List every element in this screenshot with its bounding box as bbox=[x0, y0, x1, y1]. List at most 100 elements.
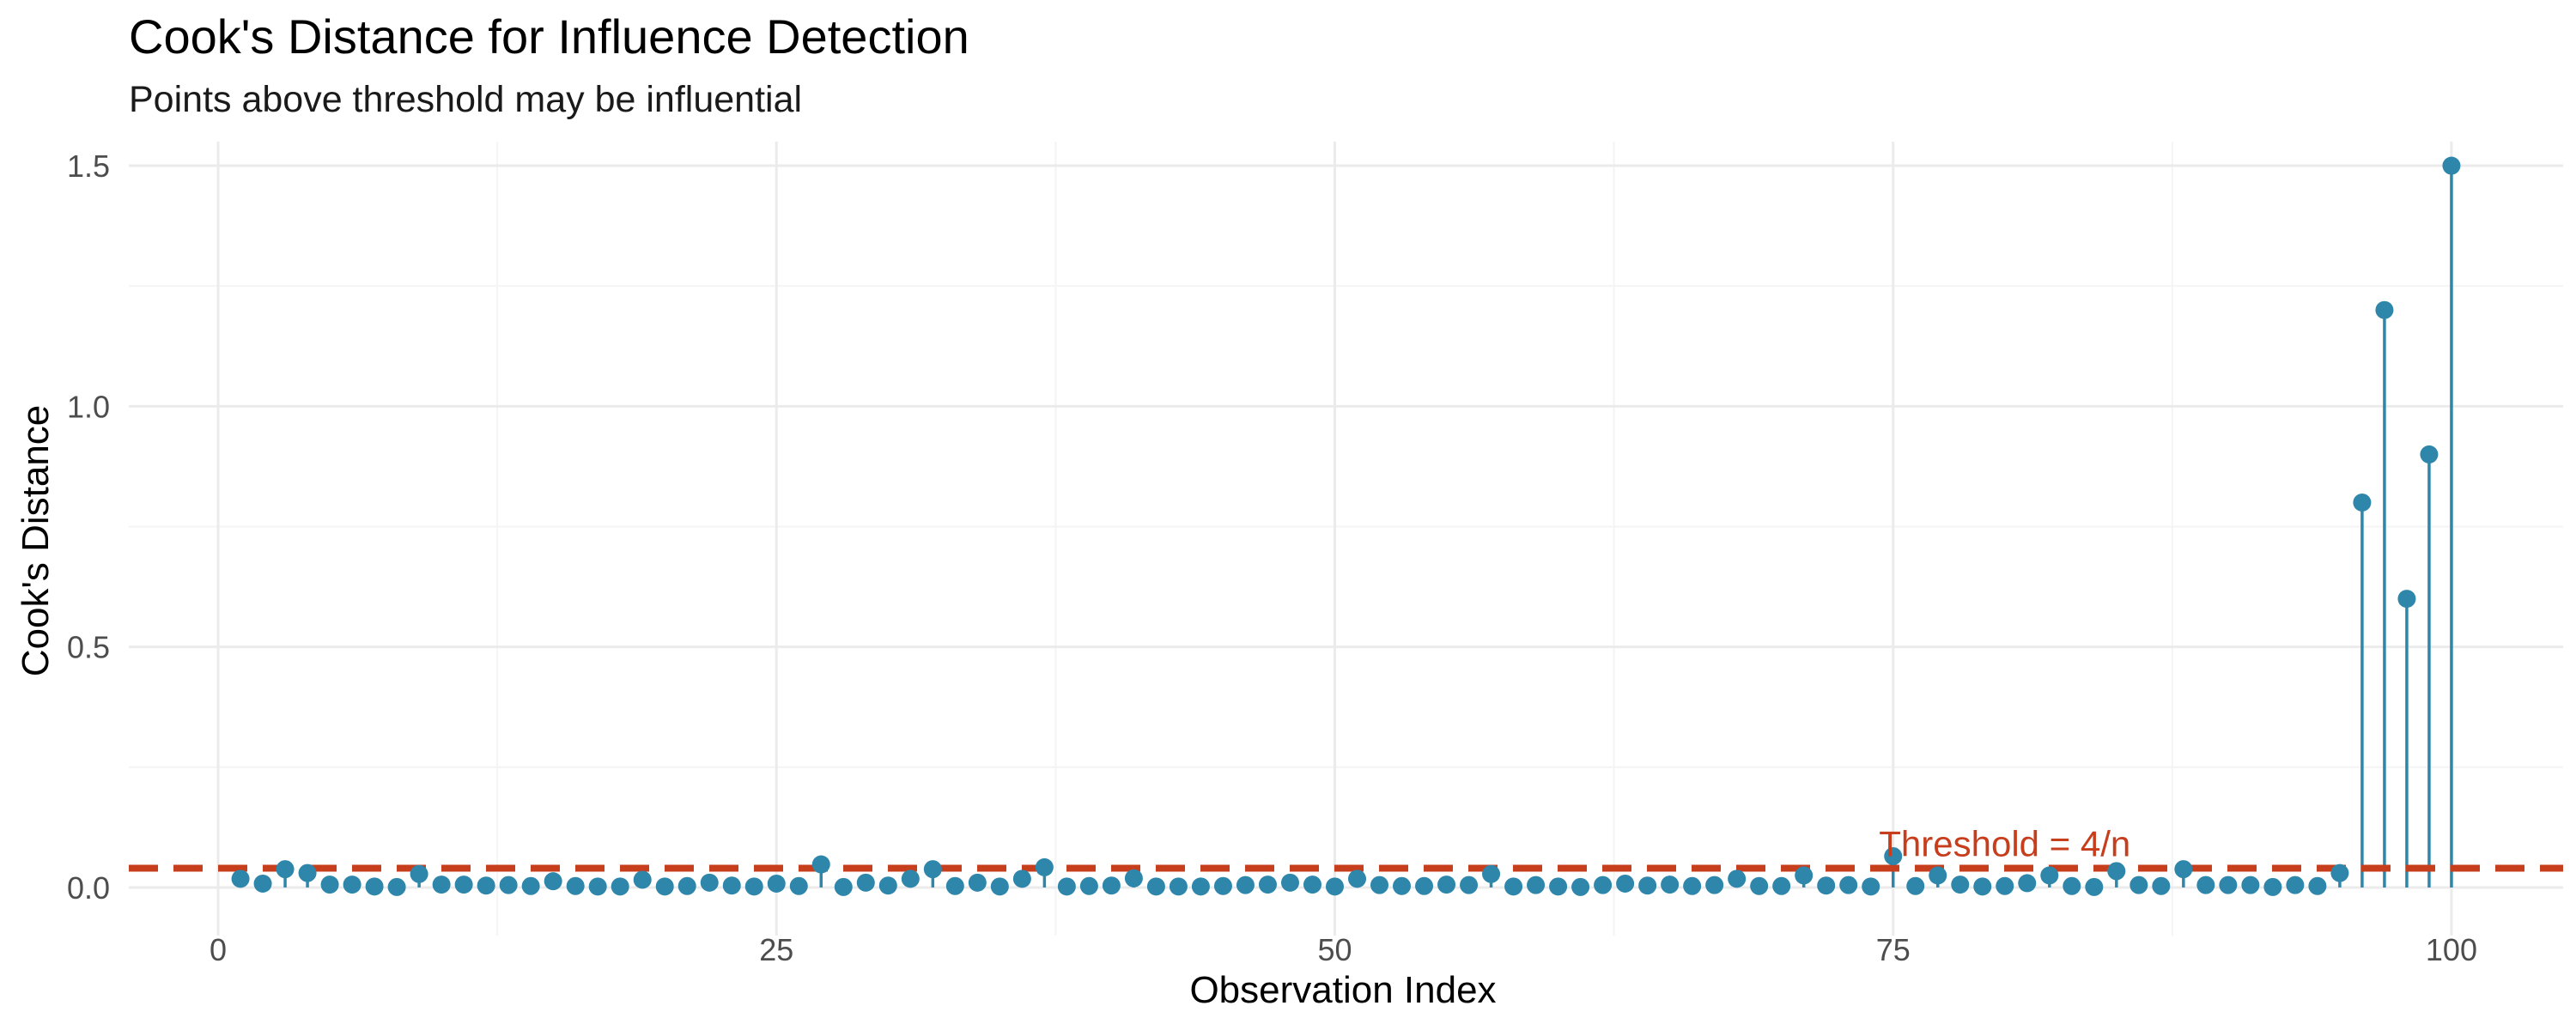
threshold-label: Threshold = 4/n bbox=[1879, 824, 2130, 864]
data-point bbox=[1906, 876, 1925, 895]
data-point bbox=[1571, 877, 1590, 896]
data-point bbox=[2353, 493, 2372, 512]
data-point bbox=[1325, 877, 1344, 896]
data-point bbox=[1661, 876, 1680, 894]
data-point bbox=[744, 877, 763, 896]
data-point bbox=[2263, 877, 2282, 896]
data-point bbox=[1996, 876, 2014, 895]
data-point bbox=[1169, 877, 1188, 896]
data-point bbox=[1258, 876, 1277, 894]
data-point bbox=[454, 876, 473, 894]
data-point bbox=[2196, 876, 2215, 894]
data-point bbox=[2420, 445, 2439, 464]
data-point bbox=[1929, 866, 1947, 885]
x-tick-label: 50 bbox=[1317, 932, 1352, 967]
data-point bbox=[1527, 876, 1546, 894]
data-point bbox=[722, 876, 741, 895]
data-point bbox=[1750, 876, 1769, 895]
data-point bbox=[945, 876, 964, 895]
data-point bbox=[1124, 869, 1143, 888]
chart-subtitle: Points above threshold may be influentia… bbox=[129, 79, 802, 120]
data-point bbox=[1728, 869, 1747, 888]
data-point bbox=[2397, 590, 2416, 609]
data-point bbox=[1705, 876, 1724, 894]
data-point bbox=[1012, 869, 1031, 888]
data-point bbox=[2241, 876, 2260, 894]
data-point bbox=[1549, 877, 1568, 896]
data-point bbox=[2330, 863, 2349, 882]
data-point bbox=[410, 864, 428, 883]
data-point bbox=[1460, 876, 1479, 894]
data-point bbox=[1102, 876, 1121, 895]
data-point bbox=[1862, 877, 1880, 896]
data-point bbox=[387, 877, 406, 896]
data-point bbox=[588, 877, 607, 896]
data-point bbox=[2040, 866, 2059, 885]
data-point bbox=[789, 876, 808, 895]
data-point bbox=[566, 876, 585, 895]
data-point bbox=[1079, 876, 1098, 895]
data-point bbox=[1213, 876, 1232, 895]
data-point bbox=[1839, 876, 1858, 894]
data-point bbox=[811, 855, 830, 874]
data-point bbox=[611, 877, 629, 896]
data-point bbox=[1057, 877, 1076, 896]
data-point bbox=[1035, 857, 1054, 876]
data-point bbox=[477, 876, 495, 895]
y-axis-title: Cook's Distance bbox=[15, 405, 57, 677]
data-point bbox=[1795, 866, 1814, 885]
data-point bbox=[231, 869, 250, 888]
data-point bbox=[700, 873, 719, 892]
data-point bbox=[1236, 876, 1255, 894]
grid-lines bbox=[129, 142, 2563, 936]
data-point bbox=[677, 876, 696, 895]
data-point bbox=[521, 876, 540, 895]
cooks-distance-chart: Cook's Distance for Influence Detection … bbox=[15, 9, 2563, 1011]
data-point bbox=[1594, 876, 1613, 894]
data-point bbox=[2308, 876, 2327, 895]
data-point bbox=[365, 877, 384, 896]
y-tick-label: 0.5 bbox=[67, 630, 110, 665]
x-tick-label: 25 bbox=[759, 932, 793, 967]
data-point bbox=[990, 877, 1009, 896]
data-point bbox=[655, 877, 674, 896]
data-point bbox=[1638, 876, 1657, 895]
data-point bbox=[1348, 869, 1367, 888]
data-point bbox=[1303, 876, 1321, 894]
data-point bbox=[320, 876, 339, 894]
data-point bbox=[432, 876, 451, 894]
y-tick-label: 1.0 bbox=[67, 389, 110, 424]
data-point bbox=[633, 870, 652, 889]
data-point bbox=[923, 860, 942, 879]
data-point bbox=[1616, 874, 1635, 893]
data-point bbox=[298, 863, 317, 882]
data-point bbox=[1951, 876, 1970, 894]
data-point bbox=[343, 876, 361, 894]
y-tick-label: 1.5 bbox=[67, 148, 110, 184]
data-point bbox=[1370, 876, 1389, 894]
chart-title: Cook's Distance for Influence Detection bbox=[129, 9, 969, 64]
data-point bbox=[767, 874, 786, 893]
data-point bbox=[1393, 876, 1412, 895]
data-point bbox=[2375, 300, 2394, 319]
data-point bbox=[1280, 873, 1299, 892]
x-tick-label: 75 bbox=[1876, 932, 1911, 967]
data-point bbox=[2152, 876, 2171, 895]
data-point bbox=[1482, 864, 1501, 883]
data-point bbox=[834, 877, 853, 896]
data-point bbox=[544, 872, 562, 891]
data-point bbox=[1504, 877, 1523, 896]
data-point bbox=[2174, 860, 2193, 879]
data-point bbox=[1191, 877, 1210, 896]
data-point bbox=[1973, 877, 1992, 896]
data-point bbox=[2286, 876, 2305, 894]
data-point bbox=[1146, 877, 1165, 896]
data-point bbox=[1415, 876, 1434, 895]
data-point bbox=[2018, 874, 2037, 893]
data-point bbox=[2129, 876, 2148, 894]
data-point bbox=[499, 876, 518, 894]
x-tick-label: 0 bbox=[210, 932, 227, 967]
data-point bbox=[2219, 876, 2238, 894]
data-point bbox=[1817, 876, 1836, 895]
y-tick-label: 0.0 bbox=[67, 870, 110, 906]
